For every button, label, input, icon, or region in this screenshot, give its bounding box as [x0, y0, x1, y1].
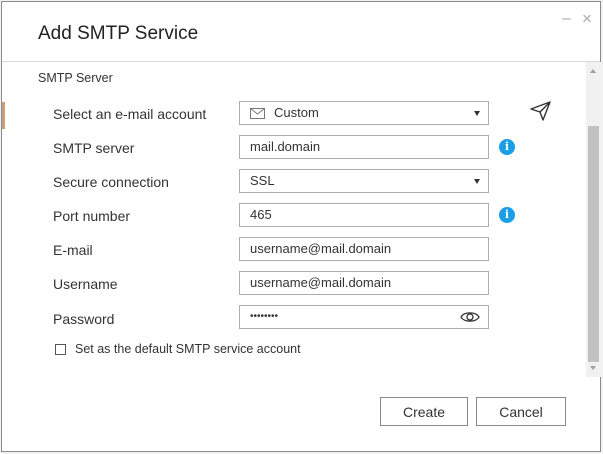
password-label: Password [53, 311, 115, 327]
password-input[interactable]: •••••••• [239, 305, 489, 329]
smtp-server-label: SMTP server [53, 140, 135, 156]
dialog-header: Add SMTP Service – × [2, 2, 600, 62]
section-title: SMTP Server [38, 71, 113, 85]
account-select[interactable]: Custom [239, 101, 489, 125]
left-edge-marker [2, 102, 5, 129]
cancel-button[interactable]: Cancel [476, 397, 566, 426]
info-icon[interactable]: i [499, 139, 515, 155]
mail-icon [250, 108, 265, 119]
default-account-checkbox[interactable] [55, 344, 66, 355]
username-input[interactable]: username@mail.domain [239, 271, 489, 295]
default-account-label: Set as the default SMTP service account [75, 342, 301, 356]
chevron-down-icon [474, 179, 480, 184]
info-icon[interactable]: i [499, 207, 515, 223]
scrollbar-thumb[interactable] [588, 126, 599, 362]
scroll-up-icon[interactable] [590, 69, 596, 73]
scroll-down-icon[interactable] [590, 366, 596, 370]
close-icon[interactable]: × [582, 10, 594, 27]
account-label: Select an e-mail account [53, 106, 207, 122]
port-input[interactable]: 465 [239, 203, 489, 227]
account-value: Custom [274, 105, 319, 120]
email-label: E-mail [53, 242, 93, 258]
add-smtp-dialog: Add SMTP Service – × SMTP Server Select … [1, 1, 601, 452]
password-value: •••••••• [250, 311, 279, 322]
smtp-server-input[interactable]: mail.domain [239, 135, 489, 159]
chevron-down-icon [474, 111, 480, 116]
port-label: Port number [53, 208, 131, 224]
scrollbar[interactable] [586, 62, 601, 377]
secure-connection-select[interactable]: SSL [239, 169, 489, 193]
create-button[interactable]: Create [380, 397, 468, 426]
dialog-title: Add SMTP Service [38, 23, 199, 44]
username-label: Username [53, 276, 118, 292]
secure-connection-label: Secure connection [53, 174, 169, 190]
send-test-icon[interactable] [530, 101, 551, 121]
email-input[interactable]: username@mail.domain [239, 237, 489, 261]
secure-connection-value: SSL [250, 173, 275, 188]
eye-icon[interactable] [460, 310, 480, 324]
minimize-icon[interactable]: – [562, 11, 574, 27]
